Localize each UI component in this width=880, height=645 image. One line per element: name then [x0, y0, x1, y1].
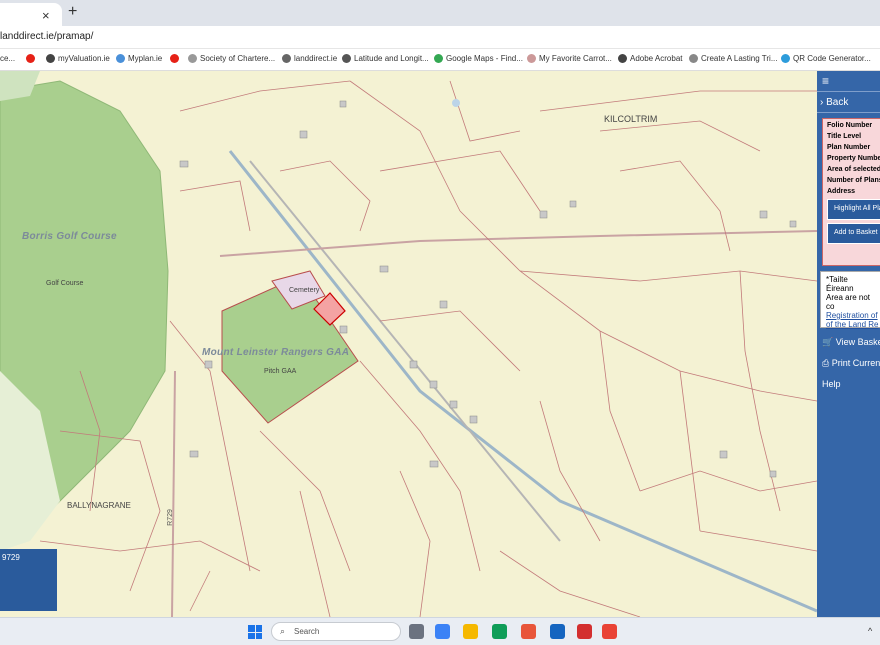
tab-bar: × + — [0, 0, 880, 26]
bookmark-favicon-icon — [781, 54, 790, 63]
bookmark-item[interactable]: My Favorite Carrot... — [527, 54, 612, 63]
view-basket-label: View Basket — [835, 337, 880, 347]
bookmark-favicon-icon — [689, 54, 698, 63]
start-icon[interactable] — [248, 625, 262, 639]
bookmark-favicon-icon — [46, 54, 55, 63]
label-kilcoltrim: KILCOLTRIM — [604, 114, 658, 124]
bookmark-label: landdirect.ie — [294, 54, 338, 63]
chevron-right-icon: › — [820, 97, 824, 108]
bookmark-label: My Favorite Carrot... — [539, 54, 612, 63]
label-golf-course: Golf Course — [46, 280, 84, 287]
bookmark-item[interactable]: Latitude and Longit... — [342, 54, 429, 63]
bookmark-label: Myplan.ie — [128, 54, 163, 63]
notice-box: *Tailte Éireann Area are not co Registra… — [820, 271, 880, 329]
store-icon[interactable] — [435, 624, 450, 639]
new-tab-button[interactable]: + — [68, 3, 77, 21]
label-borris-golf: Borris Golf Course — [22, 231, 117, 242]
highlight-plans-button[interactable]: Highlight All Plans — [827, 199, 880, 220]
notice-text: *Tailte Éireann — [826, 275, 854, 293]
bookmark-favicon-icon — [188, 54, 197, 63]
bookmark-label: Google Maps - Find... — [446, 54, 523, 63]
address-bar[interactable]: landdirect.ie/pramap/ — [0, 26, 880, 49]
view-basket-link[interactable]: 🛒 View Basket — [822, 337, 880, 348]
acrobat-icon[interactable] — [577, 624, 592, 639]
url-text[interactable]: landdirect.ie/pramap/ — [0, 31, 93, 42]
bookmark-label: Adobe Acrobat — [630, 54, 683, 63]
browser-tab[interactable]: × — [0, 3, 62, 26]
info-area: Area of selected — [827, 166, 880, 173]
label-gaa: Mount Leinster Rangers GAA — [202, 347, 350, 358]
edge-icon[interactable] — [492, 624, 507, 639]
taskbar: ⌕ Search ^ — [0, 617, 880, 645]
help-link[interactable]: Help — [822, 379, 841, 389]
folio-info-panel: Folio Number Title Level Plan Number Pro… — [822, 118, 880, 266]
bookmark-favicon-icon — [170, 54, 179, 63]
bookmark-label: Society of Chartere... — [200, 54, 276, 63]
bookmark-label: QR Code Generator... — [793, 54, 871, 63]
land-registry-link[interactable]: of the Land Re — [826, 320, 878, 329]
back-button[interactable]: › Back — [817, 91, 880, 113]
bookmark-label: myValuation.ie — [58, 54, 110, 63]
bookmark-label: ce... — [0, 54, 16, 63]
print-label: Print Current — [831, 358, 880, 368]
r729-road — [171, 370, 176, 617]
search-icon: ⌕ — [280, 626, 286, 636]
map-drawing[interactable] — [0, 71, 817, 617]
map-canvas[interactable]: KILCOLTRIM Borris Golf Course Golf Cours… — [0, 71, 817, 617]
bookmark-item[interactable] — [170, 54, 182, 63]
registration-link[interactable]: Registration of — [826, 311, 878, 320]
info-plan-number: Plan Number — [827, 144, 871, 151]
bookmarks-bar: ce... myValuation.ie Myplan.ie Society of C… — [0, 49, 880, 71]
bookmark-favicon-icon — [434, 54, 443, 63]
print-icon: ⎙ — [822, 358, 830, 368]
bookmark-item[interactable]: Create A Lasting Tri... — [689, 54, 777, 63]
coordinate-text: 9729 — [2, 553, 20, 562]
info-address: Address — [827, 188, 856, 195]
back-label: Back — [826, 97, 849, 108]
search-placeholder: Search — [294, 627, 320, 636]
pond — [452, 99, 460, 107]
label-cemetery: Cemetery — [289, 287, 320, 294]
bookmark-item[interactable]: Society of Chartere... — [188, 54, 275, 63]
mail-icon[interactable] — [521, 624, 536, 639]
close-tab-icon[interactable]: × — [42, 8, 50, 23]
sidebar: ≡ › Back Folio Number Title Level Plan N… — [817, 71, 880, 617]
info-folio-number: Folio Number — [827, 122, 873, 129]
bookmark-item[interactable]: Myplan.ie — [116, 54, 162, 63]
basket-icon: 🛒 — [822, 337, 834, 347]
file-explorer-icon[interactable] — [463, 624, 478, 639]
bookmark-item[interactable]: ce... — [0, 54, 15, 63]
info-number-of-plans: Number of Plans this folio: — [827, 177, 880, 184]
outlook-icon[interactable] — [550, 624, 565, 639]
taskbar-search[interactable]: ⌕ Search — [271, 622, 401, 641]
bookmark-favicon-icon — [618, 54, 627, 63]
label-pitch: Pitch GAA — [264, 368, 297, 375]
bookmark-item[interactable] — [26, 54, 38, 63]
bookmark-favicon-icon — [282, 54, 291, 63]
bookmark-item[interactable]: myValuation.ie — [46, 54, 110, 63]
add-to-basket-button[interactable]: Add to Basket — [827, 223, 880, 244]
label-ballynagrane: BALLYNAGRANE — [67, 501, 131, 510]
bookmark-item[interactable]: QR Code Generator... — [781, 54, 871, 63]
bookmark-favicon-icon — [26, 54, 35, 63]
menu-icon[interactable]: ≡ — [822, 74, 829, 88]
notice-text-2: Area are not co — [826, 293, 871, 311]
info-title-level: Title Level — [827, 133, 862, 140]
info-property-number: Property Number — [827, 155, 880, 162]
bookmark-label: Latitude and Longit... — [354, 54, 429, 63]
bookmark-item[interactable]: landdirect.ie — [282, 54, 337, 63]
coordinate-box: 9729 — [0, 549, 57, 611]
task-view-icon[interactable] — [409, 624, 424, 639]
label-road: R729 — [166, 509, 174, 526]
tray-chevron-icon[interactable]: ^ — [868, 626, 872, 636]
chrome-icon[interactable] — [602, 624, 617, 639]
bookmark-item[interactable]: Google Maps - Find... — [434, 54, 523, 63]
print-link[interactable]: ⎙ Print Current — [822, 358, 880, 369]
bookmark-label: Create A Lasting Tri... — [701, 54, 778, 63]
bookmark-item[interactable]: Adobe Acrobat — [618, 54, 682, 63]
bookmark-favicon-icon — [116, 54, 125, 63]
bookmark-favicon-icon — [342, 54, 351, 63]
bookmark-favicon-icon — [527, 54, 536, 63]
